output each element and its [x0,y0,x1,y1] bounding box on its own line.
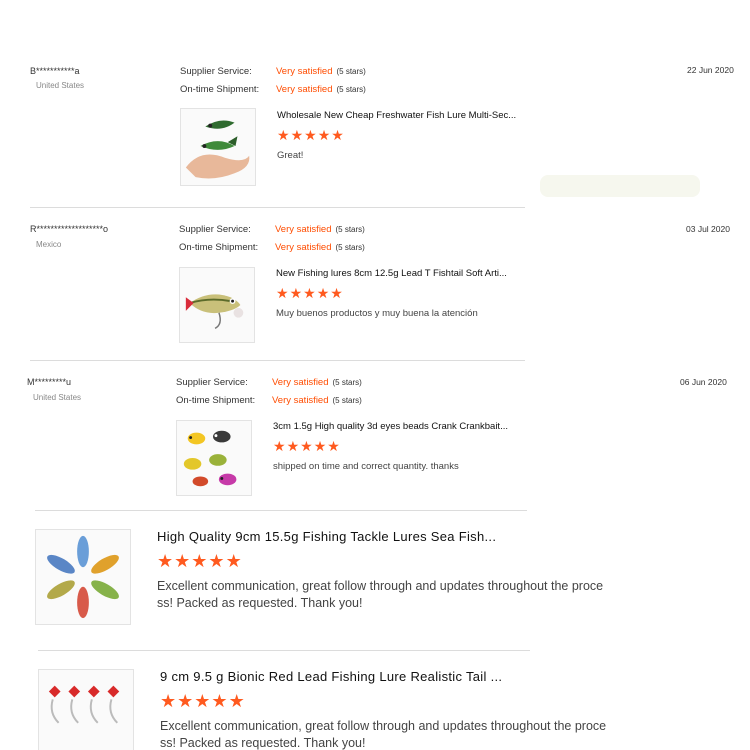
red-lead-lures-image [39,670,133,750]
star-icon: ★ [160,691,177,711]
product-title[interactable]: 9 cm 9.5 g Bionic Red Lead Fishing Lure … [160,669,502,684]
review-comment-line: ss! Packed as requested. Thank you! [160,736,366,750]
star-icon: ★ [228,691,245,711]
star-icon: ★ [211,691,228,711]
product-thumbnail[interactable] [38,669,134,750]
review-comment: Excellent communication, great follow th… [160,718,635,750]
star-icon: ★ [177,691,194,711]
review-comment-line: Excellent communication, great follow th… [160,719,607,733]
star-icon: ★ [194,691,211,711]
review-5: 9 cm 9.5 g Bionic Red Lead Fishing Lure … [0,0,750,750]
rating-stars: ★ ★ ★ ★ ★ [160,692,245,710]
